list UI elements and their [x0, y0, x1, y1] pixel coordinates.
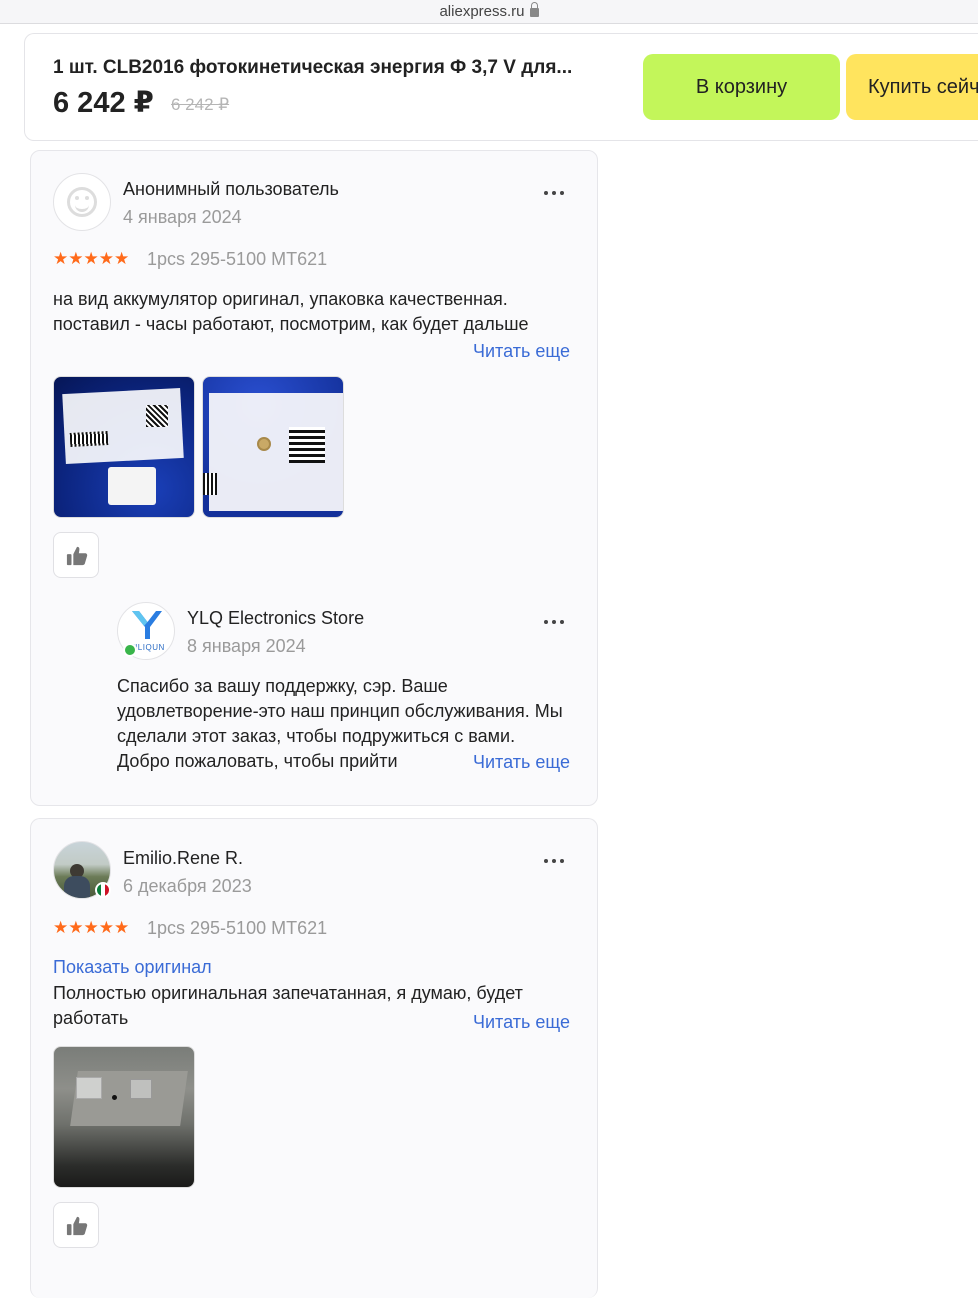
- browser-url-bar[interactable]: aliexpress.ru: [0, 0, 978, 24]
- verified-badge-icon: [123, 643, 137, 657]
- avatar: [53, 173, 111, 231]
- review-date: 4 января 2024: [123, 207, 242, 227]
- like-button[interactable]: [53, 532, 99, 578]
- reply-date: 8 января 2024: [187, 636, 306, 656]
- buy-now-button[interactable]: Купить сейчас: [846, 54, 978, 120]
- rating-stars: ★★★★★: [53, 918, 130, 937]
- product-old-price: 6 242 ₽: [171, 95, 230, 114]
- read-more-link[interactable]: Читать еще: [473, 341, 570, 362]
- text-fade: [443, 749, 473, 775]
- add-to-cart-button[interactable]: В корзину: [643, 54, 840, 120]
- store-name[interactable]: YLQ Electronics Store: [187, 608, 364, 629]
- thumbs-up-icon: [66, 546, 88, 566]
- read-more-link[interactable]: Читать еще: [473, 752, 570, 773]
- url-text: aliexpress.ru: [439, 3, 525, 20]
- review-author[interactable]: Emilio.Rene R.: [123, 848, 243, 869]
- like-button[interactable]: [53, 1202, 99, 1248]
- more-options-icon[interactable]: [544, 617, 568, 627]
- anonymous-user-icon: [67, 187, 97, 217]
- review-photo[interactable]: [53, 1046, 195, 1188]
- read-more-link[interactable]: Читать еще: [473, 1012, 570, 1033]
- review-photo[interactable]: [53, 376, 195, 518]
- rating-stars: ★★★★★: [53, 249, 130, 268]
- review-text: на вид аккумулятор оригинал, упаковка ка…: [53, 289, 529, 334]
- lock-icon: [529, 2, 539, 17]
- thumbs-up-icon: [66, 1216, 88, 1236]
- more-options-icon[interactable]: [544, 856, 568, 866]
- product-title[interactable]: 1 шт. CLB2016 фотокинетическая энергия Ф…: [53, 57, 572, 79]
- review-author[interactable]: Анонимный пользователь: [123, 179, 339, 200]
- review-variant: 1pcs 295-5100 MT621: [147, 249, 328, 269]
- show-original-link[interactable]: Показать оригинал: [53, 957, 212, 978]
- more-options-icon[interactable]: [544, 188, 568, 198]
- review-variant: 1pcs 295-5100 MT621: [147, 918, 328, 938]
- product-price: 6 242 ₽: [53, 87, 154, 119]
- review-card: Emilio.Rene R. 6 декабря 2023 ★★★★★ 1pcs…: [30, 818, 598, 1298]
- store-logo-icon: [132, 611, 162, 639]
- mexico-flag-icon: [95, 882, 111, 898]
- review-card: Анонимный пользователь 4 января 2024 ★★★…: [30, 150, 598, 806]
- review-photo[interactable]: [202, 376, 344, 518]
- review-date: 6 декабря 2023: [123, 876, 252, 896]
- product-sticky-bar: 1 шт. CLB2016 фотокинетическая энергия Ф…: [24, 33, 978, 141]
